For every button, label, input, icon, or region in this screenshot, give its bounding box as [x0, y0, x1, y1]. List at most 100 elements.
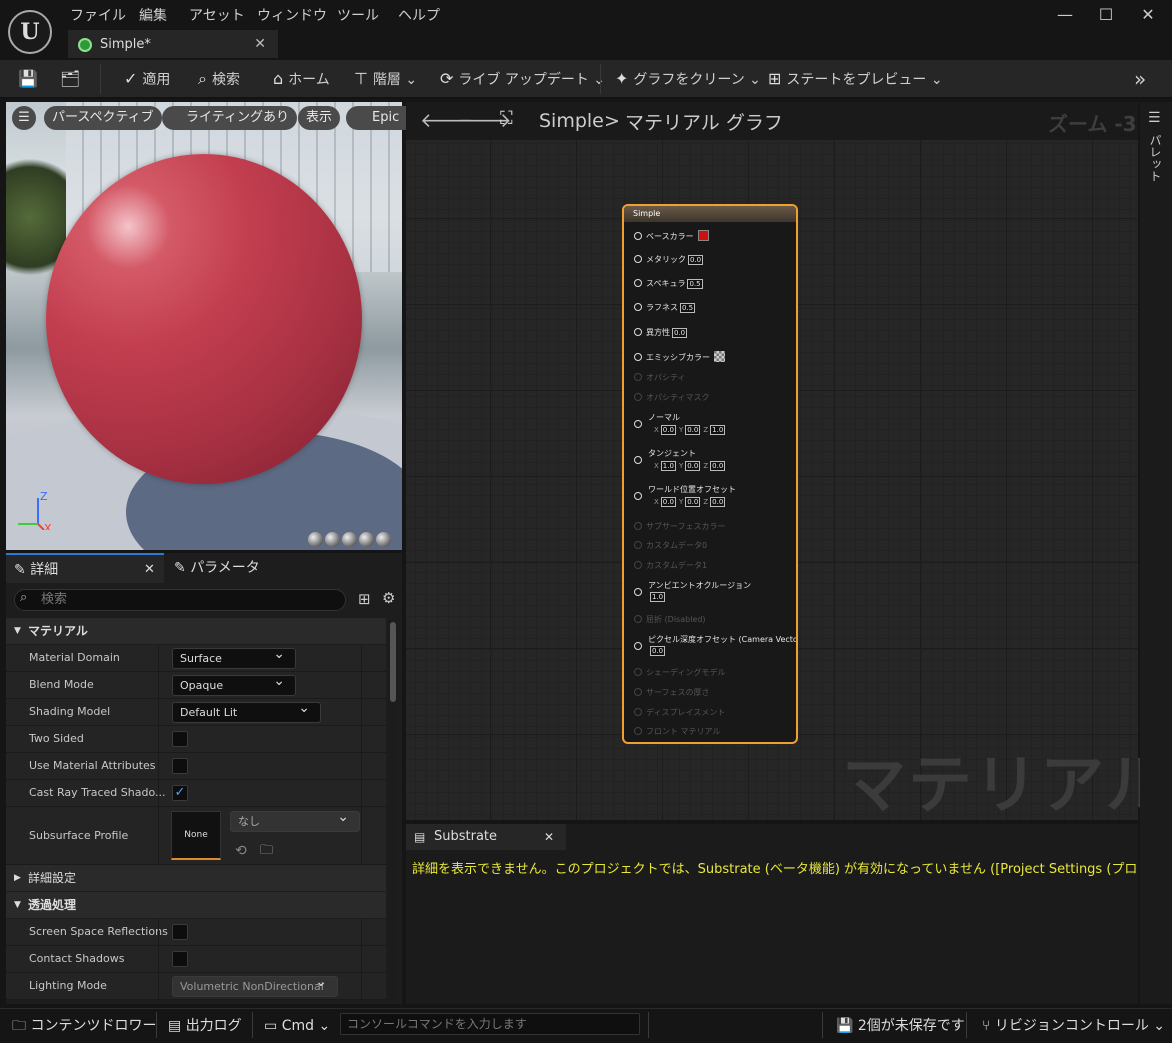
save-button[interactable]: 💾: [18, 60, 43, 98]
lighting-mode-dropdown[interactable]: Volumetric NonDirectional: [172, 973, 338, 997]
pin-specular[interactable]: スペキュラ 0.5: [634, 278, 703, 289]
category-translucency[interactable]: ▼ 透過処理: [6, 892, 386, 918]
pin-connector-icon[interactable]: [634, 353, 642, 361]
unsaved-button[interactable]: 💾 2個が未保存です: [836, 1009, 965, 1043]
reset-arrow-icon[interactable]: ⟲: [235, 838, 247, 864]
scalability-button[interactable]: Epic: [346, 106, 408, 130]
contact-shadows-checkbox[interactable]: [172, 951, 188, 967]
cylinder-icon[interactable]: [308, 532, 323, 547]
preview-viewport[interactable]: Z X: [6, 102, 402, 550]
category-material[interactable]: ▼ マテリアル: [6, 618, 386, 644]
pdo-value[interactable]: 0.0: [648, 646, 668, 656]
pin-connector-icon[interactable]: [634, 492, 642, 500]
console-input[interactable]: コンソールコマンドを入力します: [340, 1013, 640, 1035]
base-color-swatch[interactable]: [697, 230, 709, 241]
browse-button[interactable]: 🗂: [60, 60, 85, 98]
details-scrollbar[interactable]: [388, 620, 398, 1000]
plane-icon[interactable]: [342, 532, 357, 547]
details-search-input[interactable]: 検索: [14, 589, 346, 611]
output-log-button[interactable]: ▤ 出力ログ: [168, 1009, 242, 1043]
pin-connector-icon[interactable]: [634, 420, 642, 428]
hierarchy-button[interactable]: ⊤ 階層 ⌄: [354, 60, 417, 98]
specular-value[interactable]: 0.5: [687, 279, 703, 289]
browse-asset-icon[interactable]: 🗀: [260, 838, 273, 864]
menu-window[interactable]: ウィンドウ: [257, 5, 327, 25]
clean-graph-button[interactable]: ✦ グラフをクリーン ⌄: [615, 60, 761, 98]
pin-world-position-offset[interactable]: ワールド位置オフセット: [634, 484, 736, 501]
menu-edit[interactable]: 編集: [139, 5, 167, 25]
settings-gear-icon[interactable]: ⚙: [382, 589, 395, 607]
pin-emissive[interactable]: エミッシブカラー: [634, 351, 725, 363]
maximize-icon[interactable]: ☐: [1086, 2, 1126, 28]
perspective-button[interactable]: パースペクティブ: [44, 106, 162, 130]
toolbar-overflow-icon[interactable]: »: [1134, 60, 1146, 98]
menu-help[interactable]: ヘルプ: [398, 5, 440, 25]
shading-model-dropdown[interactable]: Default Lit: [172, 699, 321, 723]
cube-icon[interactable]: [359, 532, 374, 547]
minimize-icon[interactable]: —: [1045, 2, 1085, 28]
teapot-icon[interactable]: [376, 532, 391, 547]
subsurface-profile-dropdown[interactable]: なし: [230, 808, 360, 832]
metallic-value[interactable]: 0.0: [688, 255, 704, 265]
viewport-menu-icon[interactable]: ☰: [12, 106, 36, 130]
menu-asset[interactable]: アセット: [189, 5, 245, 25]
pin-connector-icon[interactable]: [634, 328, 642, 336]
cmd-button[interactable]: ▭ Cmd ⌄: [264, 1009, 330, 1043]
lighting-button[interactable]: ライティングあり: [162, 106, 297, 130]
scrollbar-thumb[interactable]: [390, 622, 396, 702]
menu-tools[interactable]: ツール: [337, 5, 379, 25]
close-details-icon[interactable]: ✕: [144, 555, 155, 585]
subsurface-profile-thumbnail[interactable]: None: [171, 811, 221, 860]
pin-connector-icon[interactable]: [634, 255, 642, 263]
ao-value[interactable]: 1.0: [648, 592, 668, 602]
tab-parameters[interactable]: ✎ パラメータ: [174, 553, 260, 583]
pin-connector-icon[interactable]: [634, 279, 642, 287]
content-drawer-button[interactable]: 🗀 コンテンツドロワー: [12, 1009, 156, 1043]
tab-substrate[interactable]: ▤ Substrate ✕: [406, 824, 566, 850]
palette-sidebar[interactable]: ☰ パレット: [1140, 102, 1172, 1004]
pin-metallic[interactable]: メタリック 0.0: [634, 254, 704, 265]
category-advanced[interactable]: ▶ 詳細設定: [6, 865, 386, 891]
pin-pixel-depth-offset[interactable]: ピクセル深度オフセット (Camera Vector): [634, 634, 796, 651]
revision-control-button[interactable]: ⑂ リビジョンコントロール ⌄: [982, 1009, 1165, 1043]
pin-connector-icon[interactable]: [634, 642, 642, 650]
apply-button[interactable]: ✓ 適用: [124, 60, 170, 98]
normal-vector[interactable]: X 0.0 Y 0.0 Z 1.0: [654, 425, 728, 435]
pin-connector-icon[interactable]: [634, 303, 642, 311]
cast-ray-traced-checkbox[interactable]: ✓: [172, 785, 188, 801]
wpo-vector[interactable]: X 0.0 Y 0.0 Z 0.0: [654, 497, 728, 507]
sphere-icon[interactable]: [325, 532, 340, 547]
close-substrate-icon[interactable]: ✕: [544, 824, 554, 850]
search-button[interactable]: ⌕ 検索: [198, 60, 240, 98]
close-window-icon[interactable]: ✕: [1128, 2, 1168, 28]
table-view-icon[interactable]: ⊞: [358, 590, 371, 608]
close-tab-icon[interactable]: ✕: [254, 36, 266, 52]
home-button[interactable]: ⌂ ホーム: [273, 60, 330, 98]
preview-state-button[interactable]: ⊞ ステートをプレビュー ⌄: [768, 60, 943, 98]
pin-connector-icon[interactable]: [634, 588, 642, 596]
emissive-swatch[interactable]: [714, 351, 725, 362]
pin-tangent[interactable]: タンジェント: [634, 448, 696, 465]
live-update-button[interactable]: ⟳ ライブ アップデート ⌄: [440, 60, 605, 98]
menu-file[interactable]: ファイル: [70, 5, 126, 25]
pin-normal[interactable]: ノーマル: [634, 412, 680, 429]
roughness-value[interactable]: 0.5: [680, 303, 696, 313]
pin-base-color[interactable]: ベースカラー: [634, 230, 709, 242]
pin-connector-icon[interactable]: [634, 456, 642, 464]
asset-tab[interactable]: Simple* ✕: [68, 30, 278, 58]
material-output-node[interactable]: Simple ベースカラー メタリック 0.0 スペキュラ 0.5 ラフネス 0.5 …: [622, 204, 798, 744]
tab-details[interactable]: ✎ 詳細: [6, 553, 164, 583]
anisotropy-value[interactable]: 0.0: [672, 328, 688, 338]
pin-ambient-occlusion[interactable]: アンビエントオクルージョン: [634, 580, 751, 597]
pin-connector-icon[interactable]: [634, 232, 642, 240]
use-material-attributes-checkbox[interactable]: [172, 758, 188, 774]
tangent-vector[interactable]: X 1.0 Y 0.0 Z 0.0: [654, 461, 728, 471]
unreal-logo-icon[interactable]: U: [8, 10, 52, 54]
blend-mode-dropdown[interactable]: Opaque: [172, 672, 296, 696]
pin-anisotropy[interactable]: 異方性 0.0: [634, 327, 688, 338]
pin-roughness[interactable]: ラフネス 0.5: [634, 302, 696, 313]
material-domain-dropdown[interactable]: Surface: [172, 645, 296, 669]
two-sided-checkbox[interactable]: [172, 731, 188, 747]
show-button[interactable]: 表示: [298, 106, 341, 130]
breadcrumb-root[interactable]: Simple: [539, 110, 604, 132]
